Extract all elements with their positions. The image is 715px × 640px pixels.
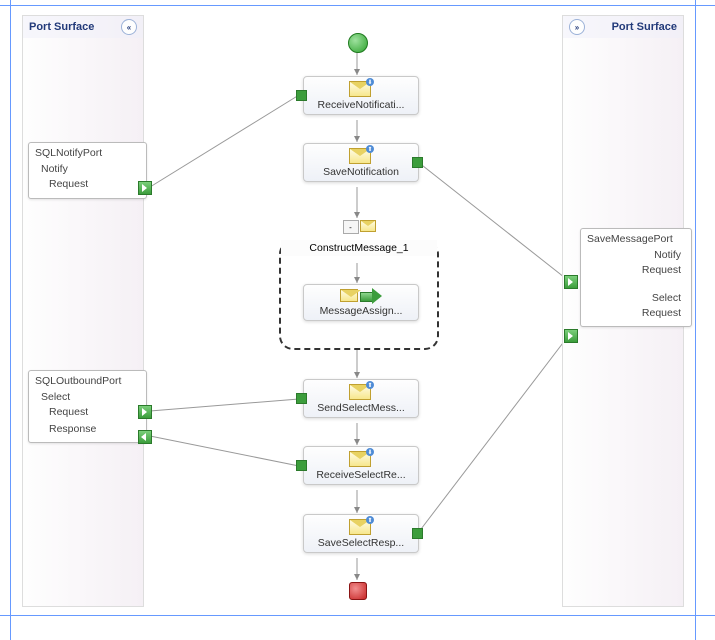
- end-icon: [349, 582, 367, 600]
- shape-receive-select-label: ReceiveSelectRe...: [316, 469, 405, 481]
- envelope-icon: ⬆: [349, 519, 371, 535]
- construct-message-label: ConstructMessage_1: [281, 240, 437, 256]
- endpoint-save-message-notify[interactable]: [564, 275, 578, 289]
- shape-send-select[interactable]: ⬆ SendSelectMess...: [303, 379, 419, 418]
- port-save-message[interactable]: SaveMessagePort Notify Request Select Re…: [580, 228, 692, 327]
- port-sql-outbound[interactable]: SQLOutboundPort Select Request Response: [28, 370, 147, 443]
- envelope-icon: ⬆: [349, 148, 371, 164]
- chevron-right-icon[interactable]: »: [569, 19, 585, 35]
- port-sql-notify-request: Request: [49, 178, 140, 192]
- envelope-icon: [340, 289, 358, 302]
- port-save-message-title: SaveMessagePort: [587, 233, 685, 245]
- port-surface-right-header: Port Surface »: [563, 16, 683, 38]
- shape-ep-send-select[interactable]: [296, 393, 307, 404]
- shape-ep-save-notification[interactable]: [412, 157, 423, 168]
- port-sql-notify[interactable]: SQLNotifyPort Notify Request: [28, 142, 147, 199]
- shape-save-select-label: SaveSelectResp...: [318, 537, 404, 549]
- port-sql-outbound-response: Response: [49, 423, 140, 437]
- endpoint-sql-outbound-response[interactable]: [138, 430, 152, 444]
- envelope-icon: ⬆: [349, 384, 371, 400]
- port-sql-notify-op: Notify: [41, 163, 140, 175]
- port-save-message-req1: Request: [587, 264, 681, 278]
- port-sql-notify-title: SQLNotifyPort: [35, 147, 140, 159]
- shape-ep-save-select[interactable]: [412, 528, 423, 539]
- port-sql-outbound-request: Request: [49, 406, 140, 420]
- port-save-message-op2: Select: [587, 292, 681, 304]
- shape-ep-receive-notification[interactable]: [296, 90, 307, 101]
- endpoint-sql-outbound-request[interactable]: [138, 405, 152, 419]
- port-surface-right-title: Port Surface: [612, 21, 677, 33]
- envelope-icon: ⬇: [349, 451, 371, 467]
- shape-save-notification[interactable]: ⬆ SaveNotification: [303, 143, 419, 182]
- port-surface-left-header: Port Surface «: [23, 16, 143, 38]
- shape-receive-notification[interactable]: ⬇ ReceiveNotificati...: [303, 76, 419, 115]
- port-sql-outbound-op: Select: [41, 391, 140, 403]
- endpoint-save-message-select[interactable]: [564, 329, 578, 343]
- shape-receive-notification-label: ReceiveNotificati...: [318, 99, 405, 111]
- collapse-icon[interactable]: -: [343, 220, 359, 234]
- port-save-message-req2: Request: [587, 307, 681, 321]
- envelope-icon: ⬇: [349, 81, 371, 97]
- chevron-left-icon[interactable]: «: [121, 19, 137, 35]
- arrow-right-icon: [360, 289, 382, 303]
- port-sql-outbound-title: SQLOutboundPort: [35, 375, 140, 387]
- shape-message-assign-label: MessageAssign...: [320, 305, 403, 317]
- shape-receive-select[interactable]: ⬇ ReceiveSelectRe...: [303, 446, 419, 485]
- start-icon: [348, 33, 368, 53]
- port-surface-left-title: Port Surface: [29, 21, 94, 33]
- shape-send-select-label: SendSelectMess...: [317, 402, 405, 414]
- endpoint-sql-notify-request[interactable]: [138, 181, 152, 195]
- envelope-icon: [360, 220, 376, 232]
- shape-save-notification-label: SaveNotification: [323, 166, 399, 178]
- shape-message-assign[interactable]: MessageAssign...: [303, 284, 419, 321]
- construct-header-icons: -: [281, 220, 437, 234]
- port-surface-left: Port Surface «: [22, 15, 144, 607]
- port-save-message-op1: Notify: [587, 249, 681, 261]
- shape-ep-receive-select[interactable]: [296, 460, 307, 471]
- shape-save-select[interactable]: ⬆ SaveSelectResp...: [303, 514, 419, 553]
